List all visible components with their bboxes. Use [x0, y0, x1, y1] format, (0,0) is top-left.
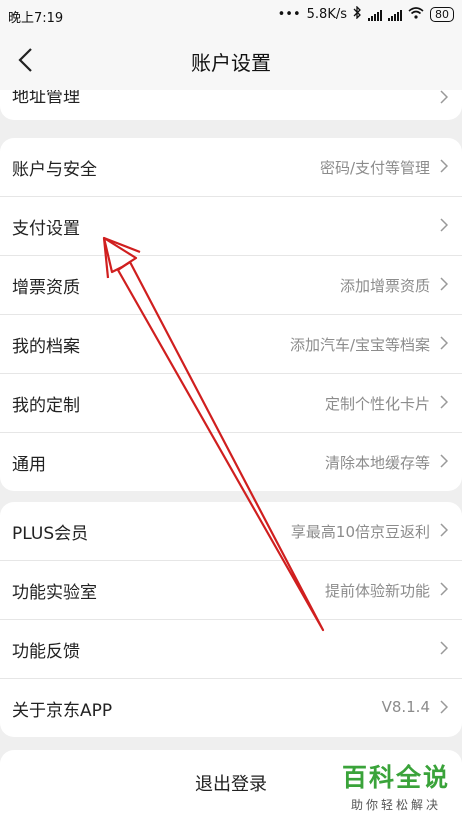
chevron-right-icon — [440, 523, 448, 537]
list-item-value: 清除本地缓存等 — [324, 454, 430, 472]
list-item-value: 定制个性化卡片 — [324, 395, 430, 413]
status-icons: ••• 5.8K/s 80 — [277, 5, 454, 23]
wifi-icon — [408, 6, 424, 23]
watermark-logo: 百科全说 助你轻松解决 — [342, 758, 450, 813]
page-title: 账户设置 — [191, 51, 271, 75]
chevron-right-icon — [440, 641, 448, 655]
chevron-right-icon — [440, 454, 448, 468]
chevron-right-icon — [440, 395, 448, 409]
status-time: 晚上7:19 — [8, 11, 64, 26]
list-item-value: 添加汽车/宝宝等档案 — [289, 336, 430, 354]
status-bar: 晚上7:19 ••• 5.8K/s 80 — [0, 0, 462, 30]
watermark-main: 百科全说 — [341, 763, 450, 792]
list-item-feature-lab[interactable]: 功能实验室 提前体验新功能 — [0, 561, 462, 620]
list-item-label: 增票资质 — [12, 278, 80, 298]
list-item-payment-settings[interactable]: 支付设置 — [0, 197, 462, 256]
list-item-label: 我的档案 — [12, 337, 80, 357]
chevron-right-icon — [440, 159, 448, 173]
list-item-value: 密码/支付等管理 — [319, 159, 430, 177]
list-item-feedback[interactable]: 功能反馈 — [0, 620, 462, 679]
list-item-plus-member[interactable]: PLUS会员 享最高10倍京豆返利 — [0, 502, 462, 561]
signal-icon — [388, 9, 402, 21]
chevron-right-icon — [440, 218, 448, 232]
list-item-label: 我的定制 — [12, 396, 80, 416]
list-item-my-profile[interactable]: 我的档案 添加汽车/宝宝等档案 — [0, 315, 462, 374]
network-speed: 5.8K/s — [306, 7, 347, 22]
chevron-right-icon — [440, 700, 448, 714]
list-item-value: 添加增票资质 — [339, 277, 430, 295]
signal-icon — [368, 9, 382, 21]
list-item-value: 提前体验新功能 — [324, 582, 430, 600]
list-item-label: 关于京东APP — [12, 701, 113, 721]
list-item-label: 功能实验室 — [12, 583, 97, 603]
settings-group-1: 账户与安全 密码/支付等管理 支付设置 增票资质 添加增票资质 我的档案 添加汽… — [0, 138, 462, 491]
bluetooth-icon — [353, 5, 362, 23]
list-item-label: 账户与安全 — [12, 160, 97, 180]
chevron-right-icon — [440, 90, 448, 104]
dots-icon: ••• — [277, 7, 301, 22]
watermark-sub: 助你轻松解决 — [350, 798, 441, 812]
list-item-label: 支付设置 — [12, 219, 80, 239]
list-item-label: 通用 — [12, 455, 46, 475]
chevron-right-icon — [440, 336, 448, 350]
list-item-label: 功能反馈 — [12, 642, 80, 662]
battery-icon: 80 — [430, 7, 454, 22]
list-item-general[interactable]: 通用 清除本地缓存等 — [0, 433, 462, 491]
list-item-label: 地址管理 — [12, 90, 80, 107]
chevron-right-icon — [440, 277, 448, 291]
list-item-about-app[interactable]: 关于京东APP V8.1.4 — [0, 679, 462, 737]
settings-group-2: PLUS会员 享最高10倍京豆返利 功能实验室 提前体验新功能 功能反馈 关于京… — [0, 502, 462, 737]
navigation-header: 账户设置 — [0, 30, 462, 90]
list-item-label: PLUS会员 — [12, 524, 89, 544]
list-item-address[interactable]: 地址管理 — [0, 90, 462, 120]
list-item-value: 享最高10倍京豆返利 — [290, 523, 430, 541]
list-item-value: V8.1.4 — [381, 698, 430, 716]
list-item-invoice-qualification[interactable]: 增票资质 添加增票资质 — [0, 256, 462, 315]
list-item-my-customization[interactable]: 我的定制 定制个性化卡片 — [0, 374, 462, 433]
list-item-account-security[interactable]: 账户与安全 密码/支付等管理 — [0, 138, 462, 197]
chevron-right-icon — [440, 582, 448, 596]
